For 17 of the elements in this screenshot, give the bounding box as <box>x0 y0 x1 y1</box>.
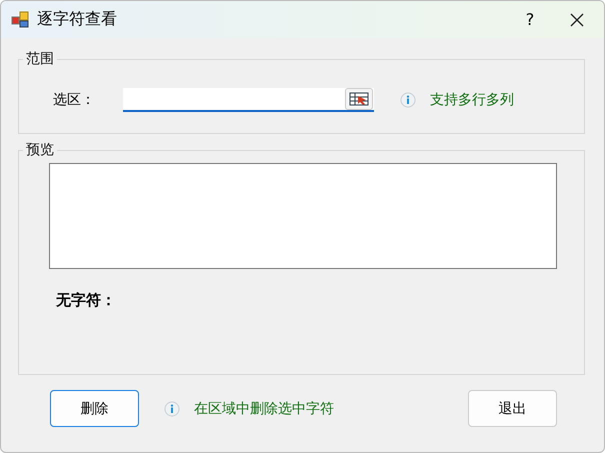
delete-button[interactable]: 删除 <box>50 390 139 427</box>
info-icon <box>400 92 416 108</box>
status-text: 无字符： <box>56 291 116 310</box>
table-pointer-icon <box>349 92 369 106</box>
group-title: 范围 <box>26 51 54 67</box>
hint-text: 支持多行多列 <box>430 91 514 109</box>
group-title: 预览 <box>26 142 54 158</box>
hint-text: 在区域中删除选中字符 <box>194 400 334 418</box>
field-label: 选区： <box>53 91 96 109</box>
window-title: 逐字符查看 <box>37 9 118 30</box>
help-button[interactable]: ? <box>520 10 540 29</box>
range-picker-button[interactable] <box>345 88 373 110</box>
info-icon <box>164 400 180 416</box>
close-icon[interactable] <box>570 12 584 26</box>
selection-field[interactable] <box>123 88 374 112</box>
exit-button[interactable]: 退出 <box>468 390 557 427</box>
app-icon <box>11 10 29 28</box>
